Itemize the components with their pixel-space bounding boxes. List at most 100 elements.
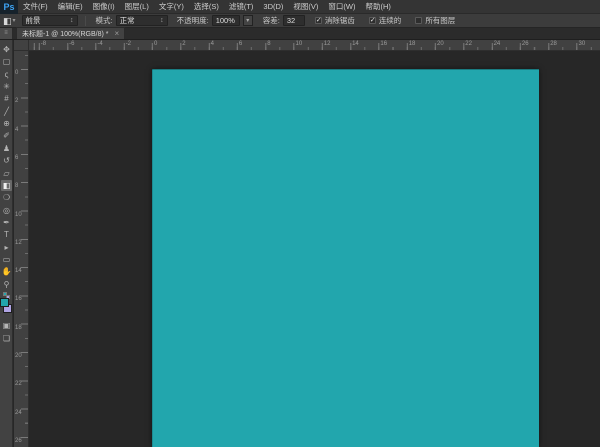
brush-tool[interactable]: ✐ [1,130,12,141]
tolerance-input[interactable]: 32 [283,15,305,26]
checkbox-box-icon: ✓ [315,17,322,24]
fill-source-value: 前景 [26,15,41,26]
path-selection-tool[interactable]: ▸ [1,242,12,253]
ruler-label: 4 [15,127,18,133]
checkbox-label: 消除锯齿 [325,15,355,26]
ruler-label: 10 [15,212,22,218]
pasteboard [29,51,600,447]
ruler-label: 22 [465,41,472,47]
clone-stamp-tool[interactable]: ♟ [1,143,12,154]
menu-item-6[interactable]: 滤镜(T) [224,0,259,14]
app-logo[interactable]: Ps [0,0,18,14]
tool-preset-picker[interactable]: ◧ ▾ [0,16,19,26]
select-arrows-icon: ↕ [70,17,74,24]
tool-options-bar: ◧ ▾ 前景 ↕ 模式: 正常 ↕ 不透明度: 100% ▾ 容差: 32 ✓消… [0,14,600,28]
close-icon[interactable]: × [114,30,119,38]
checkbox-label: 连续的 [379,15,402,26]
document-canvas[interactable] [152,69,539,447]
document-tab-bar: ≡ 未标题-1 @ 100%(RGB/8) * × [0,28,600,40]
ruler-label: 22 [15,381,22,387]
ruler-label: 8 [15,183,18,189]
ruler-label: 20 [15,353,22,359]
checkbox-box-icon [415,17,422,24]
ruler-label: 16 [15,296,22,302]
shape-tool[interactable]: ▭ [1,254,12,265]
quick-mask-button[interactable]: ▣ [1,320,12,331]
ruler-label: -6 [69,41,74,47]
checkbox-2[interactable]: 所有图层 [415,15,455,26]
default-colors-icon[interactable] [3,292,7,296]
move-tool[interactable]: ✥ [1,44,12,55]
ruler-label: 6 [239,41,242,47]
menu-item-10[interactable]: 帮助(H) [361,0,396,14]
menu-item-5[interactable]: 选择(S) [189,0,224,14]
opacity-input[interactable]: 100% [212,15,240,26]
ruler-label: -2 [126,41,131,47]
menu-item-9[interactable]: 窗口(W) [323,0,360,14]
menu-item-0[interactable]: 文件(F) [18,0,53,14]
healing-brush-tool[interactable]: ⊕ [1,118,12,129]
blur-tool[interactable]: ❍ [1,192,12,203]
menu-item-1[interactable]: 编辑(E) [53,0,88,14]
ruler-label: 26 [522,41,529,47]
options-checkboxes: ✓消除锯齿✓连续的所有图层 [308,15,463,26]
crop-tool[interactable]: # [1,93,12,104]
mode-label: 模式: [96,15,113,26]
paint-bucket-icon: ◧ [3,16,12,26]
fill-source-select[interactable]: 前景 ↕ [22,15,78,26]
menu-item-8[interactable]: 视图(V) [288,0,323,14]
vertical-ruler[interactable]: 02468101214161820222426 [14,51,29,447]
ruler-label: 0 [15,70,18,76]
type-tool[interactable]: T [1,229,12,240]
hand-tool[interactable]: ✋ [1,266,12,277]
menu-item-4[interactable]: 文字(Y) [154,0,189,14]
history-brush-tool[interactable]: ↺ [1,155,12,166]
menu-item-2[interactable]: 图像(I) [88,0,120,14]
tolerance-value: 32 [287,16,295,25]
marquee-tool[interactable]: ▢ [1,56,12,67]
mode-value: 正常 [120,15,135,26]
eraser-tool[interactable]: ▱ [1,168,12,179]
select-arrows-icon: ↕ [160,17,164,24]
eyedropper-tool[interactable]: ╱ [1,106,12,117]
paint-bucket-tool[interactable]: ◧ [1,180,12,191]
ruler-label: 24 [15,410,22,416]
menu-item-7[interactable]: 3D(D) [258,0,288,14]
checkbox-0[interactable]: ✓消除锯齿 [315,15,355,26]
mode-select[interactable]: 正常 ↕ [116,15,168,26]
menubar-items: 文件(F)编辑(E)图像(I)图层(L)文字(Y)选择(S)滤镜(T)3D(D)… [18,0,396,14]
ruler-major-ticks [29,43,600,50]
dodge-tool[interactable]: ◎ [1,205,12,216]
checkbox-1[interactable]: ✓连续的 [369,15,402,26]
ruler-label: 24 [494,41,501,47]
toolbox-dock-grip[interactable]: ≡ [0,28,13,39]
opacity-value: 100% [216,16,235,25]
checkbox-label: 所有图层 [425,15,455,26]
ruler-label: 2 [182,41,185,47]
pen-tool[interactable]: ✒ [1,217,12,228]
ruler-label: -8 [41,41,46,47]
opacity-dropdown-button[interactable]: ▾ [243,15,253,26]
checkbox-box-icon: ✓ [369,17,376,24]
ruler-major-ticks [21,51,28,447]
photoshop-window: Ps 文件(F)编辑(E)图像(I)图层(L)文字(Y)选择(S)滤镜(T)3D… [0,0,600,447]
lasso-tool[interactable]: ς [1,69,12,80]
ruler-origin-corner[interactable] [14,40,29,51]
ruler-label: 8 [267,41,270,47]
document-tab[interactable]: 未标题-1 @ 100%(RGB/8) * × [16,27,125,39]
menu-item-3[interactable]: 图层(L) [120,0,154,14]
toolbox: ✥▢ ς✳# ╱⊕✐ ♟↺ ▱◧❍ ◎✒T ▸▭✋ ⚲ ▣ ❏ [0,40,13,447]
chevron-down-icon: ▾ [246,17,249,24]
foreground-color-swatch[interactable] [0,298,9,307]
horizontal-ruler[interactable]: -8-6-4-2024681012141618202224262830 [29,40,600,51]
ruler-label: 12 [324,41,331,47]
ruler-label: 18 [15,325,22,331]
magic-wand-tool[interactable]: ✳ [1,81,12,92]
zoom-tool[interactable]: ⚲ [1,279,12,290]
document-title: 未标题-1 @ 100%(RGB/8) * [22,29,108,39]
ruler-label: 0 [154,41,157,47]
ruler-label: 6 [15,155,18,161]
ruler-label: 14 [352,41,359,47]
ruler-label: 26 [15,438,22,444]
screen-mode-button[interactable]: ❏ [1,333,12,344]
